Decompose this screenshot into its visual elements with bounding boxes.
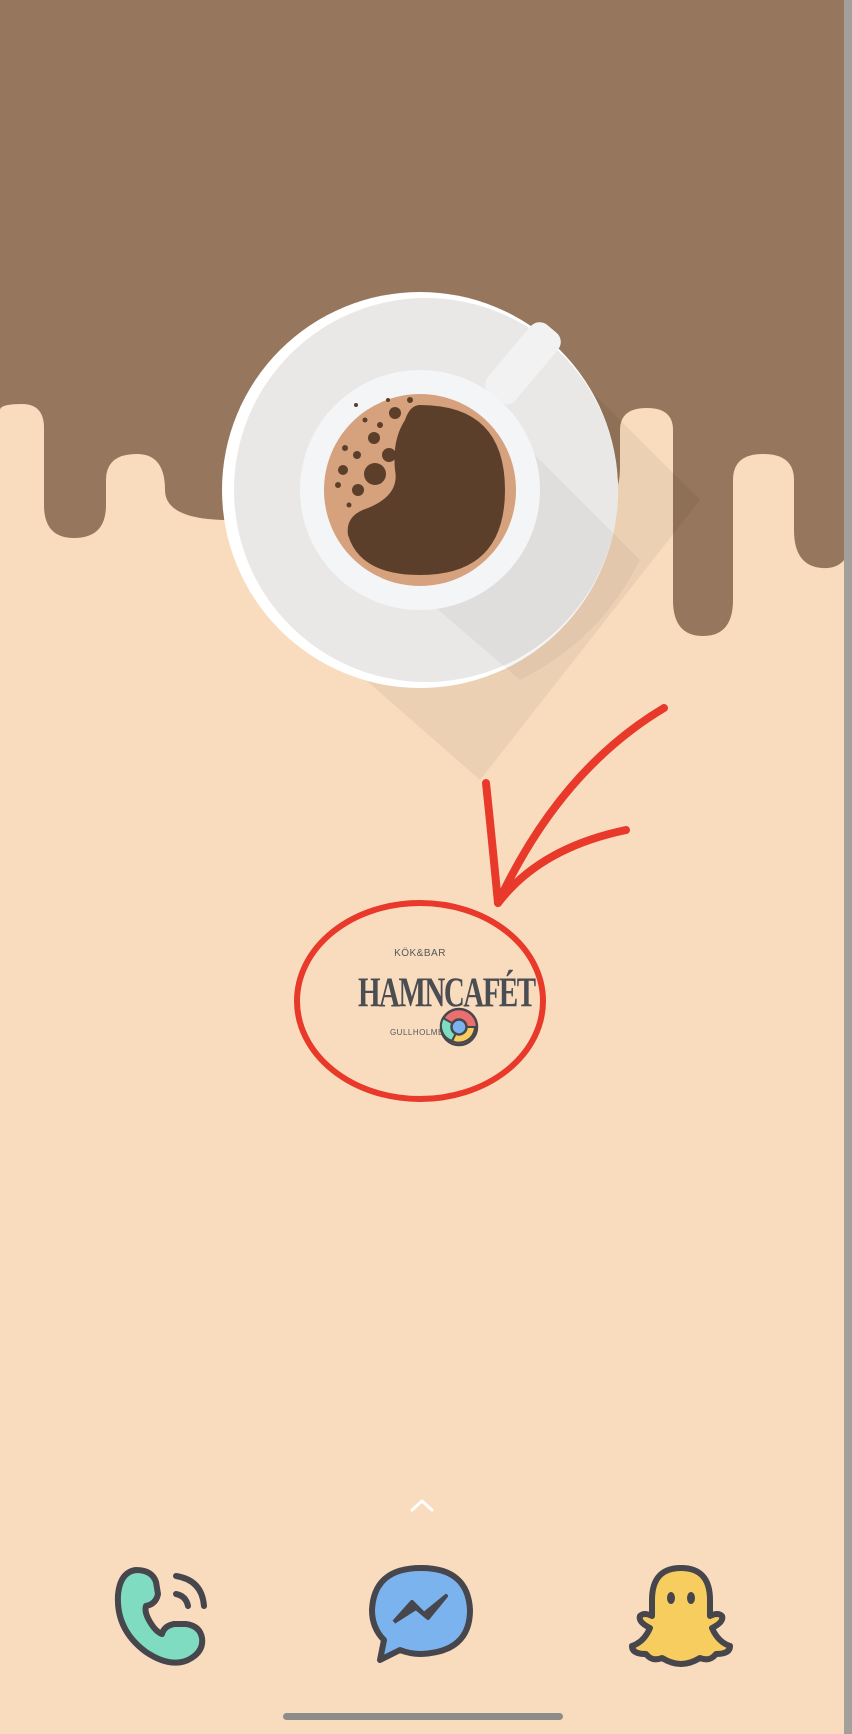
annotation (294, 704, 668, 1102)
messenger-icon[interactable] (366, 1560, 476, 1670)
gesture-navigation-handle[interactable] (283, 1713, 563, 1720)
shortcut-logo-kok-bar: KÖK&BAR (394, 948, 446, 959)
phone-icon[interactable] (108, 1560, 218, 1670)
chrome-icon (439, 1007, 479, 1047)
chevron-up-icon[interactable] (408, 1496, 436, 1514)
snapchat-ghost-icon[interactable] (626, 1560, 736, 1670)
hamncafet-shortcut[interactable]: KÖK&BAR HAMNCAFÉT GULLHOLMEN (358, 948, 536, 1058)
